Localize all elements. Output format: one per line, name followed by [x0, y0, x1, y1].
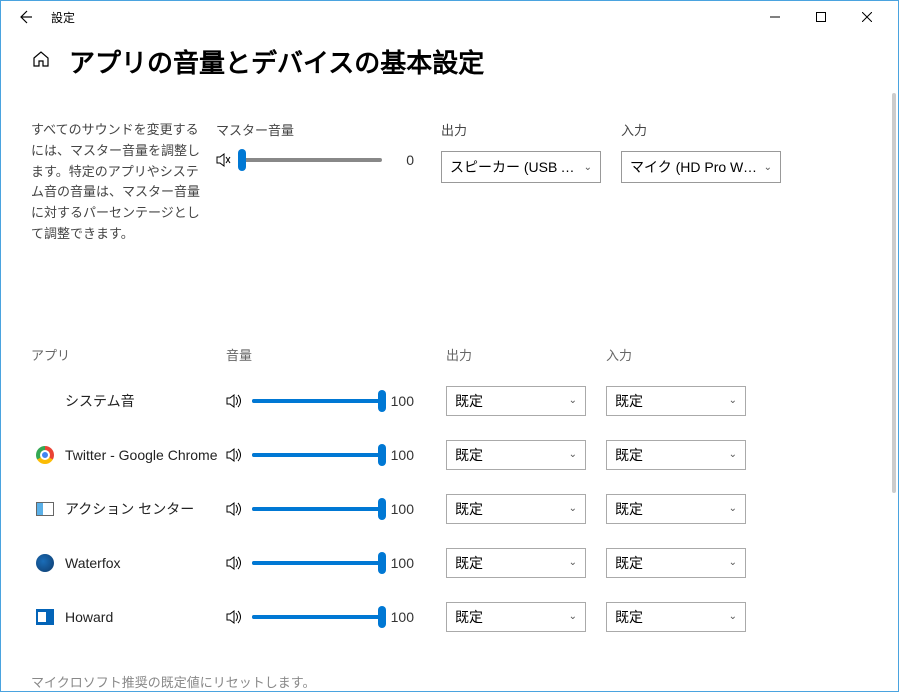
app-icon	[35, 391, 55, 411]
app-output-value: 既定	[455, 553, 483, 573]
input-label: 入力	[621, 120, 796, 139]
chevron-down-icon: ⌄	[569, 395, 577, 406]
app-input-value: 既定	[615, 607, 643, 627]
app-input-dropdown[interactable]: 既定 ⌄	[606, 494, 746, 524]
titlebar: 設定	[1, 1, 898, 33]
scrollbar[interactable]	[892, 93, 896, 493]
master-volume-column: マスター音量 0	[216, 120, 436, 245]
app-input-dropdown[interactable]: 既定 ⌄	[606, 440, 746, 470]
page-header: アプリの音量とデバイスの基本設定	[31, 43, 868, 80]
reset-text: マイクロソフト推奨の既定値にリセットします。	[31, 672, 868, 691]
app-row: システム音 100 既定 ⌄ 既定 ⌄	[31, 374, 868, 428]
app-output-value: 既定	[455, 445, 483, 465]
app-input-dropdown[interactable]: 既定 ⌄	[606, 548, 746, 578]
app-volume-value: 100	[390, 447, 414, 463]
speaker-icon[interactable]	[226, 554, 244, 572]
input-header: 入力	[606, 345, 766, 364]
chevron-down-icon: ⌄	[584, 162, 592, 173]
chevron-down-icon: ⌄	[764, 162, 772, 173]
app-icon	[35, 607, 55, 627]
app-row: Twitter - Google Chrome 100 既定 ⌄ 既定 ⌄	[31, 428, 868, 482]
speaker-muted-icon[interactable]	[216, 151, 234, 169]
master-input-value: マイク (HD Pro Web...	[630, 157, 760, 177]
app-name: アクション センター	[65, 499, 194, 519]
output-column: 出力 スピーカー (USB Audi... ⌄	[436, 120, 616, 245]
app-icon	[35, 553, 55, 573]
speaker-icon[interactable]	[226, 500, 244, 518]
input-column: 入力 マイク (HD Pro Web... ⌄	[616, 120, 796, 245]
master-input-dropdown[interactable]: マイク (HD Pro Web... ⌄	[621, 151, 781, 183]
app-volume-slider[interactable]	[252, 399, 382, 403]
volume-header: 音量	[226, 345, 446, 364]
chevron-down-icon: ⌄	[729, 395, 737, 406]
app-input-value: 既定	[615, 553, 643, 573]
speaker-icon[interactable]	[226, 446, 244, 464]
page-title: アプリの音量とデバイスの基本設定	[69, 43, 484, 80]
maximize-button[interactable]	[798, 1, 844, 33]
app-input-value: 既定	[615, 445, 643, 465]
app-input-value: 既定	[615, 391, 643, 411]
app-name: Howard	[65, 609, 113, 625]
app-icon	[35, 499, 55, 519]
window-controls	[752, 1, 890, 33]
app-input-dropdown[interactable]: 既定 ⌄	[606, 386, 746, 416]
app-volume-value: 100	[390, 501, 414, 517]
app-row: Howard 100 既定 ⌄ 既定 ⌄	[31, 590, 868, 644]
app-row: Waterfox 100 既定 ⌄ 既定 ⌄	[31, 536, 868, 590]
close-icon	[862, 12, 872, 22]
app-input-value: 既定	[615, 499, 643, 519]
chevron-down-icon: ⌄	[569, 611, 577, 622]
arrow-left-icon	[17, 9, 33, 25]
output-label: 出力	[441, 120, 616, 139]
chevron-down-icon: ⌄	[569, 557, 577, 568]
app-output-value: 既定	[455, 607, 483, 627]
back-button[interactable]	[9, 1, 41, 33]
minimize-button[interactable]	[752, 1, 798, 33]
master-volume-slider[interactable]	[242, 158, 382, 162]
master-output-dropdown[interactable]: スピーカー (USB Audi... ⌄	[441, 151, 601, 183]
minimize-icon	[770, 12, 780, 22]
app-volume-slider[interactable]	[252, 453, 382, 457]
app-output-dropdown[interactable]: 既定 ⌄	[446, 494, 586, 524]
app-output-dropdown[interactable]: 既定 ⌄	[446, 548, 586, 578]
app-volume-value: 100	[390, 393, 414, 409]
chevron-down-icon: ⌄	[569, 503, 577, 514]
chevron-down-icon: ⌄	[729, 503, 737, 514]
master-volume-label: マスター音量	[216, 120, 436, 139]
apps-header: アプリ	[31, 345, 226, 364]
chevron-down-icon: ⌄	[729, 449, 737, 460]
app-name: Waterfox	[65, 555, 121, 571]
chevron-down-icon: ⌄	[729, 611, 737, 622]
app-output-dropdown[interactable]: 既定 ⌄	[446, 602, 586, 632]
app-name: Twitter - Google Chrome	[65, 447, 218, 463]
speaker-icon[interactable]	[226, 392, 244, 410]
app-output-value: 既定	[455, 391, 483, 411]
output-header: 出力	[446, 345, 606, 364]
app-input-dropdown[interactable]: 既定 ⌄	[606, 602, 746, 632]
app-output-dropdown[interactable]: 既定 ⌄	[446, 386, 586, 416]
master-output-value: スピーカー (USB Audi...	[450, 157, 580, 177]
maximize-icon	[816, 12, 826, 22]
app-output-value: 既定	[455, 499, 483, 519]
app-volume-slider[interactable]	[252, 561, 382, 565]
chevron-down-icon: ⌄	[729, 557, 737, 568]
home-icon[interactable]	[31, 49, 51, 74]
app-volume-value: 100	[390, 609, 414, 625]
speaker-icon[interactable]	[226, 608, 244, 626]
master-volume-value: 0	[390, 152, 414, 168]
app-icon	[35, 445, 55, 465]
app-row: アクション センター 100 既定 ⌄ 既定 ⌄	[31, 482, 868, 536]
chevron-down-icon: ⌄	[569, 449, 577, 460]
app-output-dropdown[interactable]: 既定 ⌄	[446, 440, 586, 470]
app-name: システム音	[65, 391, 135, 411]
app-volume-slider[interactable]	[252, 615, 382, 619]
app-volume-value: 100	[390, 555, 414, 571]
close-button[interactable]	[844, 1, 890, 33]
description-text: すべてのサウンドを変更するには、マスター音量を調整します。特定のアプリやシステム…	[31, 120, 216, 245]
app-volume-slider[interactable]	[252, 507, 382, 511]
window-title: 設定	[51, 9, 75, 26]
